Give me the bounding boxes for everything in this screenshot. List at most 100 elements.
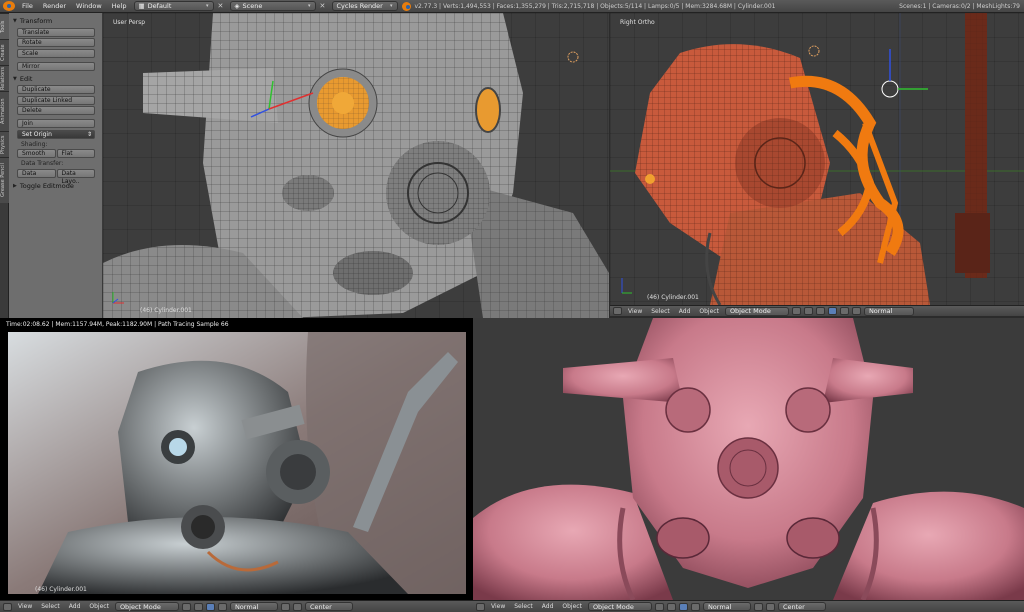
translate-widget-icon[interactable]	[678, 602, 688, 611]
smooth-button[interactable]: Smooth	[17, 149, 56, 158]
delete-button[interactable]: Delete	[17, 106, 95, 115]
render-engine-selector[interactable]: Cycles Render ▾	[331, 1, 398, 11]
chevron-icon: ▾	[307, 3, 311, 9]
join-button[interactable]: Join	[17, 119, 95, 128]
shading-row: Smooth Flat	[17, 149, 95, 158]
tool-shelf: ▼ Transform Translate Rotate Scale Mirror…	[9, 13, 103, 318]
scene-statistics: v2.77.3 | Verts:1,494,553 | Faces:1,355,…	[414, 2, 776, 10]
active-object-label: (46) Cylinder.001	[35, 586, 87, 593]
tab-tools[interactable]: Tools	[0, 13, 9, 39]
menu-select[interactable]: Select	[38, 603, 63, 610]
mirror-button[interactable]: Mirror	[17, 61, 95, 71]
orientation-selector[interactable]: Normal	[229, 602, 278, 611]
mode-selector[interactable]: Object Mode	[114, 602, 179, 611]
editor-type-icon[interactable]	[613, 307, 622, 315]
menu-object[interactable]: Object	[86, 603, 112, 610]
menu-help[interactable]: Help	[109, 2, 130, 10]
flat-button[interactable]: Flat	[56, 149, 95, 158]
menu-window[interactable]: Window	[73, 2, 105, 10]
editor-type-icon[interactable]	[476, 602, 485, 611]
viewport-header-bottom-right: View Select Add Object Object Mode Norma…	[473, 600, 1024, 612]
viewport-right-ortho[interactable]: Right Ortho (46) Cylinder.001	[610, 13, 1024, 305]
orientation-label: Normal	[868, 307, 893, 315]
pivot-icon[interactable]	[193, 602, 203, 611]
layer-icon[interactable]	[765, 602, 775, 611]
scene-name: Scene	[242, 2, 263, 10]
translate-button[interactable]: Translate	[17, 27, 95, 37]
pivot-icon[interactable]	[803, 307, 813, 315]
menu-file[interactable]: File	[19, 2, 36, 10]
toggle-editmode-panel[interactable]: ▶ Toggle Editmode	[13, 181, 98, 191]
menu-view[interactable]: View	[625, 308, 645, 315]
rotate-widget-icon[interactable]	[839, 307, 849, 315]
shading-icon[interactable]	[181, 602, 191, 611]
viewport-label: Right Ortho	[620, 19, 655, 26]
layer-icon[interactable]	[280, 602, 290, 611]
data-layout-button[interactable]: Data Layo..	[56, 168, 95, 185]
layout-name: Default	[147, 2, 172, 10]
panel-title: Edit	[19, 74, 33, 83]
rotate-widget-icon[interactable]	[217, 602, 227, 611]
pivot-selector[interactable]: Center	[304, 602, 353, 611]
data-button[interactable]: Data	[17, 168, 56, 178]
menu-add[interactable]: Add	[539, 603, 557, 610]
pivot-icon[interactable]	[666, 602, 676, 611]
menu-add[interactable]: Add	[66, 603, 84, 610]
orientation-selector[interactable]: Normal	[863, 306, 914, 316]
rotate-widget-icon[interactable]	[690, 602, 700, 611]
screen-layout-selector[interactable]: ▦ Default ▾	[133, 1, 214, 11]
scale-widget-icon[interactable]	[851, 307, 861, 315]
blender-logo-icon[interactable]	[3, 1, 15, 11]
close-icon[interactable]: ✕	[320, 2, 328, 10]
menu-render[interactable]: Render	[40, 2, 69, 10]
tab-create[interactable]: Create	[0, 39, 9, 65]
viewport-header-bottom-left: View Select Add Object Object Mode Norma…	[0, 600, 473, 612]
shading-label: Shading:	[21, 140, 48, 148]
scale-button[interactable]: Scale	[17, 48, 95, 58]
pivot-label: Center	[782, 602, 805, 611]
set-origin-dropdown[interactable]: Set Origin ⇕	[17, 129, 95, 139]
manipulator-icon[interactable]	[815, 307, 825, 315]
mode-selector[interactable]: Object Mode	[724, 306, 789, 316]
menu-select[interactable]: Select	[511, 603, 536, 610]
shading-icon[interactable]	[791, 307, 801, 315]
layer-icon[interactable]	[753, 602, 763, 611]
tab-animation[interactable]: Animation	[0, 91, 9, 131]
viewport-matcap[interactable]	[473, 318, 1024, 600]
viewport-user-persp[interactable]: User Persp (46) Cylinder.001	[103, 13, 609, 318]
menu-view[interactable]: View	[15, 603, 35, 610]
engine-name: Cycles Render	[336, 2, 383, 10]
shading-icon[interactable]	[654, 602, 664, 611]
set-origin-label: Set Origin	[22, 130, 52, 138]
menu-object[interactable]: Object	[696, 308, 722, 315]
rotate-button[interactable]: Rotate	[17, 38, 95, 47]
tab-relations[interactable]: Relations	[0, 65, 9, 91]
collapse-triangle-icon: ▼	[13, 75, 17, 82]
menu-object[interactable]: Object	[559, 603, 585, 610]
menu-view[interactable]: View	[488, 603, 508, 610]
data-transfer-label: Data Transfer:	[21, 160, 64, 167]
transform-panel-header[interactable]: ▼ Transform	[13, 16, 98, 26]
orientation-selector[interactable]: Normal	[702, 602, 751, 611]
edit-panel-header[interactable]: ▼ Edit	[13, 74, 98, 84]
duplicate-button[interactable]: Duplicate	[17, 85, 95, 94]
editor-type-icon[interactable]	[3, 602, 12, 611]
tab-grease-pencil[interactable]: Grease Pencil	[0, 157, 9, 203]
menu-select[interactable]: Select	[648, 308, 673, 315]
tab-physics[interactable]: Physics	[0, 131, 9, 157]
mode-selector[interactable]: Object Mode	[587, 602, 652, 611]
translate-widget-icon[interactable]	[827, 307, 837, 315]
collapse-triangle-icon: ▼	[13, 18, 17, 24]
pink-clay-mesh	[473, 318, 1024, 600]
menu-add[interactable]: Add	[676, 308, 694, 315]
blender-small-icon	[401, 1, 411, 11]
translate-widget-icon[interactable]	[205, 602, 215, 611]
pivot-selector[interactable]: Center	[777, 602, 826, 611]
close-icon[interactable]: ✕	[218, 2, 226, 10]
scene-selector[interactable]: ◈ Scene ▾	[229, 1, 316, 11]
panel-title: Transform	[19, 17, 53, 25]
panel-title: Toggle Editmode	[19, 181, 74, 190]
duplicate-linked-button[interactable]: Duplicate Linked	[17, 95, 95, 105]
render-view[interactable]: Time:02:08.62 | Mem:1157.94M, Peak:1182.…	[0, 318, 473, 600]
layer-icon[interactable]	[292, 602, 302, 611]
